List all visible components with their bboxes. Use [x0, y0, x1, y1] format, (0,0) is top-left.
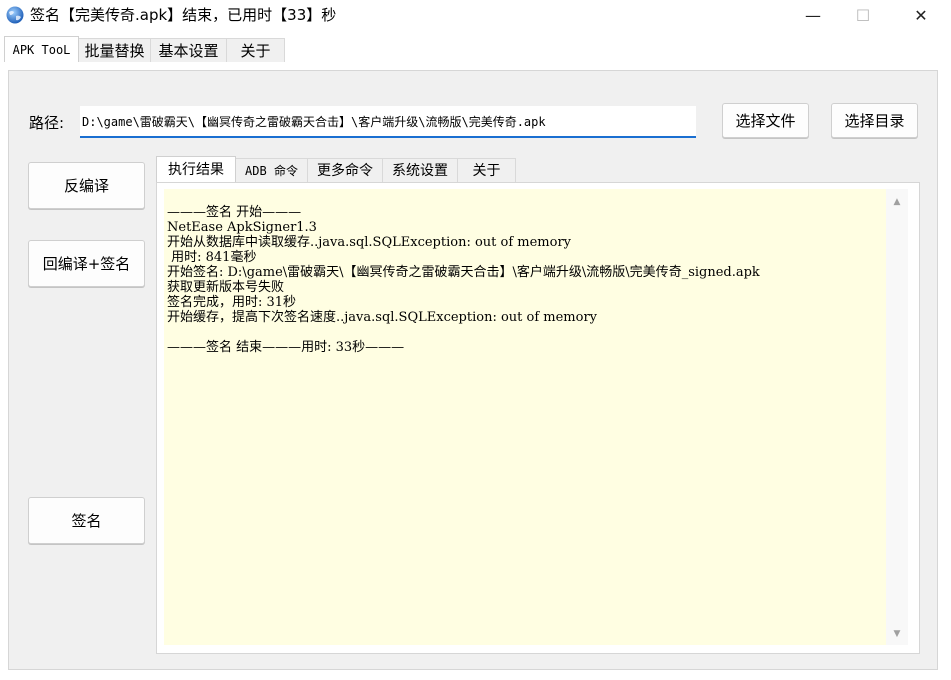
sign-button[interactable]: 签名 [28, 497, 145, 544]
tab-batch-replace[interactable]: 批量替换 [79, 38, 151, 62]
recompile-sign-button[interactable]: 回编译+签名 [28, 240, 145, 287]
tab-apk-tool[interactable]: APK TooL [4, 36, 79, 62]
choose-file-button[interactable]: 选择文件 [722, 103, 809, 138]
log-line: 开始签名: D:\game\雷破霸天\【幽冥传奇之雷破霸天合击】\客户端升级\流… [167, 265, 760, 280]
output-scrollbar[interactable]: ▲ ▼ [886, 189, 908, 645]
path-input[interactable]: D:\game\雷破霸天\【幽冥传奇之雷破霸天合击】\客户端升级\流畅版\完美传… [80, 106, 696, 138]
path-label: 路径: [29, 114, 65, 132]
log-line: 开始从数据库中读取缓存..java.sql.SQLException: out … [167, 235, 572, 250]
tab-about-inner[interactable]: 关于 [458, 158, 516, 182]
title-bar: 签名【完美传奇.apk】结束，已用时【33】秒 — ☐ ✕ [0, 0, 951, 30]
scroll-up-arrow-icon[interactable]: ▲ [886, 193, 908, 211]
log-line: ———签名 开始——— [167, 205, 302, 220]
log-line: NetEase ApkSigner1.3 [167, 220, 317, 235]
maximize-button[interactable]: ☐ [840, 0, 886, 30]
tab-basic-settings[interactable]: 基本设置 [151, 38, 227, 62]
log-line: 用时: 841毫秒 [167, 250, 257, 265]
output-log[interactable]: ———签名 开始——— NetEase ApkSigner1.3 开始从数据库中… [164, 189, 886, 645]
result-tab-bar: 执行结果 ADB 命令 更多命令 系统设置 关于 [156, 156, 920, 182]
tab-system-settings[interactable]: 系统设置 [383, 158, 458, 182]
globe-icon [6, 6, 24, 24]
tab-adb-command[interactable]: ADB 命令 [236, 158, 308, 182]
close-button[interactable]: ✕ [898, 0, 944, 30]
tab-more-commands[interactable]: 更多命令 [308, 158, 383, 182]
choose-directory-button[interactable]: 选择目录 [831, 103, 918, 138]
minimize-button[interactable]: — [790, 0, 836, 30]
window-title: 签名【完美传奇.apk】结束，已用时【33】秒 [30, 6, 337, 24]
scroll-down-arrow-icon[interactable]: ▼ [886, 625, 908, 643]
tab-execution-result[interactable]: 执行结果 [156, 156, 236, 182]
log-line: 开始缓存，提高下次签名速度..java.sql.SQLException: ou… [167, 310, 598, 325]
main-tab-bar: APK TooL 批量替换 基本设置 关于 [0, 36, 951, 62]
log-line: ———签名 结束———用时: 33秒——— [167, 340, 405, 355]
decompile-button[interactable]: 反编译 [28, 162, 145, 209]
log-line: 获取更新版本号失败 [167, 280, 285, 295]
log-line: 签名完成，用时: 31秒 [167, 295, 297, 310]
tab-about[interactable]: 关于 [227, 38, 285, 62]
